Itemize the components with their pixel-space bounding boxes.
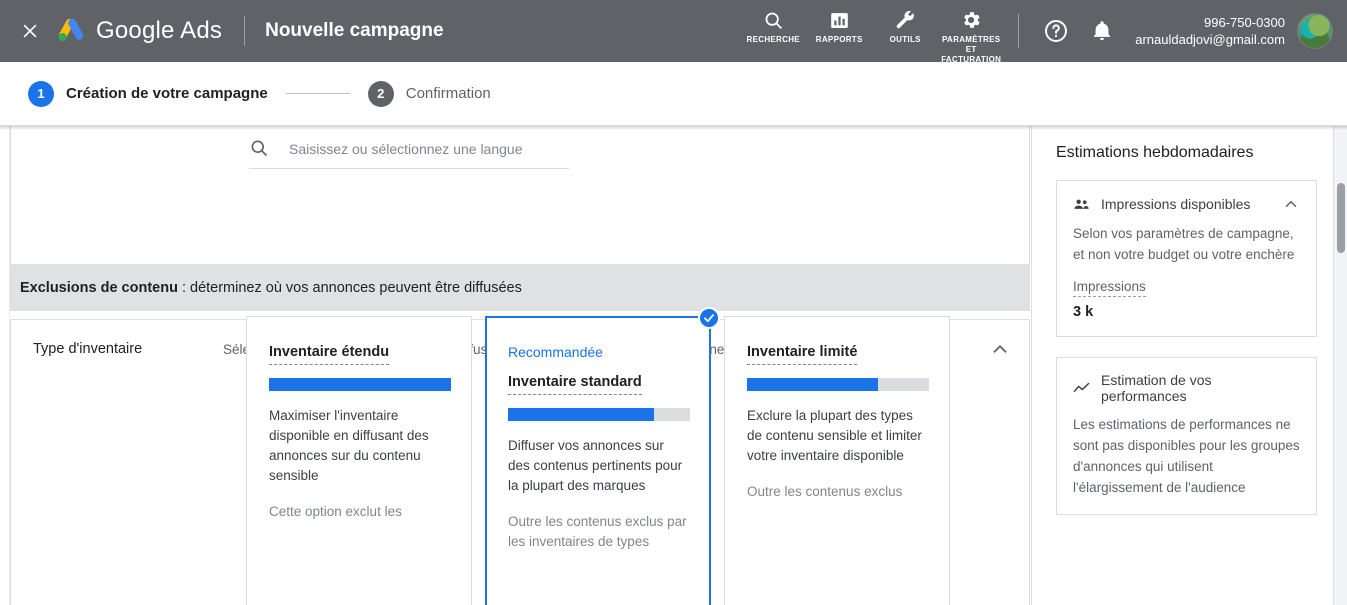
scrollbar-thumb[interactable] [1337,183,1345,253]
header-tools: RECHERCHE RAPPORTS OUTILS PARAMÈTRES ET … [740,0,1004,65]
inventory-card-standard[interactable]: Recommandée Inventaire standard Diffuser… [485,307,720,605]
sidebar-card-body: Les estimations de performances ne sont … [1073,417,1300,495]
sidebar-card-title: Estimation de vos performances [1101,372,1212,404]
card-description: Maximiser l'inventaire disponible en dif… [269,408,429,483]
card-subtext: Outre les contenus exclus [747,484,903,499]
header-tool-label: RECHERCHE [746,35,800,44]
inventory-meter [269,378,451,391]
inventory-meter [747,378,929,391]
stepper-step-2[interactable]: 2 Confirmation [367,80,491,107]
inventory-meter-fill [269,378,451,391]
step-label: Création de votre campagne [66,85,268,102]
help-question-icon[interactable] [1039,14,1073,48]
card-title: Inventaire standard [508,373,642,395]
band-title: Exclusions de contenu [20,280,178,296]
header-tool-parametres-facturation[interactable]: PARAMÈTRES ET FACTURATION [938,9,1004,65]
account-email: arnauldadjovi@gmail.com [1135,32,1285,47]
header-divider [244,16,246,46]
left-gutter [0,126,10,605]
sidebar-metric-label: Impressions [1073,279,1146,297]
stepper-connector [285,93,350,94]
card-subtext: Cette option exclut les [269,504,402,519]
campaign-stepper: 1 Création de votre campagne 2 Confirmat… [0,62,1347,126]
header-tool-label: OUTILS [889,35,921,44]
band-subtitle: : déterminez où vos annonces peuvent êtr… [177,280,522,296]
header-tool-rapports[interactable]: RAPPORTS [806,9,872,45]
card-description: Exclure la plupart des types de contenu … [747,408,922,463]
brand-name: Google Ads [96,17,223,44]
google-ads-logo-icon [56,18,86,44]
people-group-icon [1073,196,1090,213]
card-title: Inventaire limité [747,343,858,365]
step-number: 2 [367,80,394,107]
gear-settings-icon [960,9,982,31]
card-title: Inventaire étendu [269,343,390,365]
header-tool-label: RAPPORTS [815,35,863,44]
account-info[interactable]: 996-750-0300 arnauldadjovi@gmail.com [1135,14,1285,48]
search-icon [763,9,784,31]
step-label: Confirmation [405,85,491,102]
trend-line-icon [1073,380,1090,397]
sidebar-card-impressions: Impressions disponibles Selon vos paramè… [1056,180,1317,337]
vertical-scrollbar[interactable] [1333,126,1347,605]
wrench-tools-icon [895,9,916,31]
sidebar-card-title: Impressions disponibles [1101,196,1251,212]
step-number: 1 [28,80,54,107]
language-settings-panel [10,126,1030,265]
header-tool-recherche[interactable]: RECHERCHE [740,9,806,45]
inventory-card-limite[interactable]: Inventaire limité Exclure la plupart des… [724,316,950,605]
inventory-meter-fill [508,408,654,421]
account-id: 996-750-0300 [1204,15,1285,30]
app-header: Google Ads Nouvelle campagne RECHERCHE R… [0,0,1347,65]
avatar[interactable] [1297,13,1333,49]
inventory-type-title: Type d'inventaire [33,341,143,357]
check-circle-icon [698,307,720,329]
language-search-row [249,138,569,169]
sidebar-card-body: Selon vos paramètres de campagne, et non… [1073,226,1295,262]
close-icon[interactable] [18,19,42,43]
inventory-type-cards: Inventaire étendu Maximiser l'inventaire… [246,307,950,605]
inventory-card-etendu[interactable]: Inventaire étendu Maximiser l'inventaire… [246,316,472,605]
content-exclusions-band: Exclusions de contenu : déterminez où vo… [10,265,1030,311]
header-tool-outils[interactable]: OUTILS [872,9,938,45]
page-title: Nouvelle campagne [265,20,444,41]
inventory-meter-fill [747,378,879,391]
header-tool-label: PARAMÈTRES ET FACTURATION [941,35,1002,64]
sidebar-card-performance: Estimation de vos performances Les estim… [1056,357,1317,515]
sidebar-metric-value: 3 k [1073,304,1094,320]
stepper-step-1[interactable]: 1 Création de votre campagne [28,80,268,107]
reports-bar-chart-icon [829,9,850,31]
bell-notifications-icon[interactable] [1085,14,1119,48]
inventory-meter [508,408,690,421]
chevron-up-icon[interactable] [989,338,1013,362]
search-icon [249,138,271,160]
sidebar-title: Estimations hebdomadaires [1056,144,1254,161]
header-divider-2 [1018,14,1020,48]
card-recommended-label: Recommandée [508,344,603,360]
language-search-input[interactable] [289,141,569,157]
card-description: Diffuser vos annonces sur des contenus p… [508,438,683,493]
weekly-estimates-sidebar: Estimations hebdomadaires Impressions di… [1031,126,1337,605]
card-subtext: Outre les contenus exclus par les invent… [508,514,687,549]
chevron-up-icon[interactable] [1282,195,1300,213]
